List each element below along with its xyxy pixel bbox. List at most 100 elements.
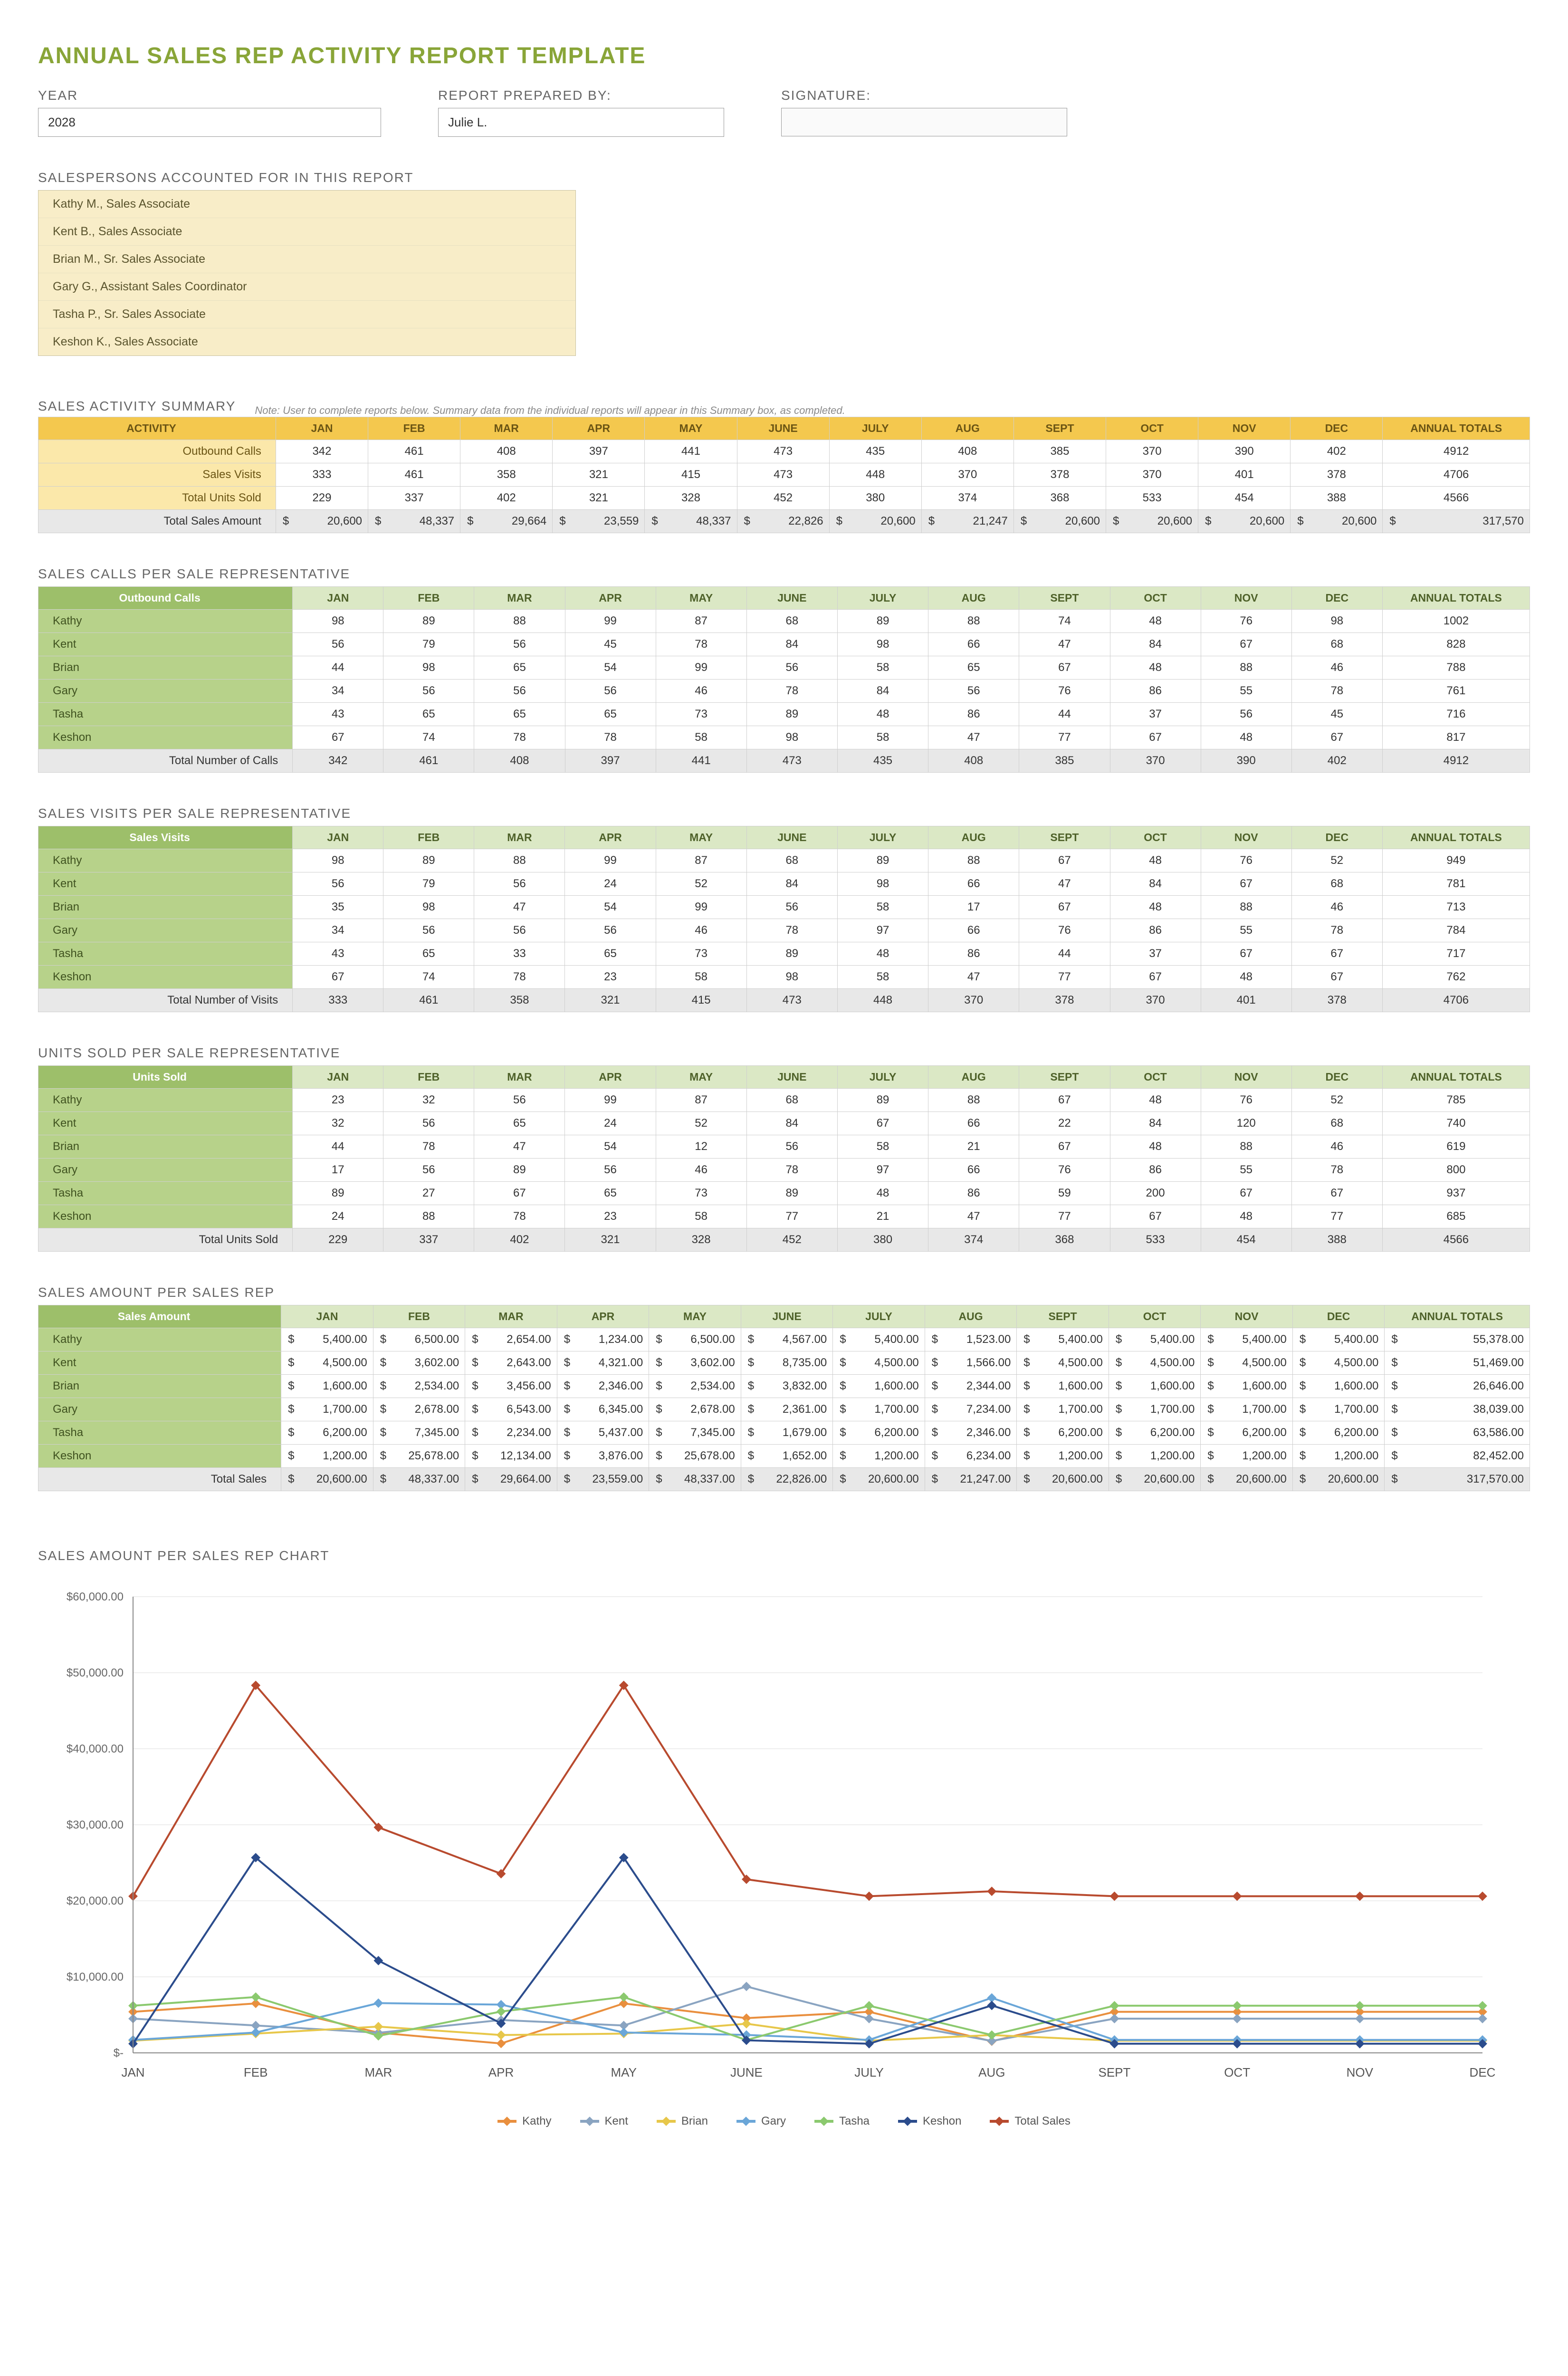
svg-text:JULY: JULY: [854, 2065, 884, 2079]
month-header: MAY: [645, 417, 737, 440]
signature-label: SIGNATURE:: [781, 88, 1067, 103]
month-header: JULY: [837, 587, 928, 610]
summary-row: Total Units Sold229337402321328452380374…: [38, 487, 1530, 510]
year-label: YEAR: [38, 88, 381, 103]
svg-text:$30,000.00: $30,000.00: [67, 1819, 124, 1831]
month-header: JAN: [293, 826, 383, 849]
month-header: AUG: [921, 417, 1013, 440]
table-total-row: Total Number of Visits333461358321415473…: [38, 989, 1530, 1012]
month-header: JULY: [837, 1066, 928, 1089]
month-header: MAY: [656, 1066, 746, 1089]
table-row: Kent567956457884986647846768828: [38, 633, 1530, 656]
activity-header: ACTIVITY: [38, 417, 276, 440]
table-activity-header: Sales Visits: [38, 826, 293, 849]
table-activity-header: Outbound Calls: [38, 587, 293, 610]
table-row: Tasha436565657389488644375645716: [38, 703, 1530, 726]
svg-text:JUNE: JUNE: [730, 2065, 763, 2079]
month-header: FEB: [373, 1305, 465, 1328]
svg-text:$60,000.00: $60,000.00: [67, 1590, 124, 1603]
table-row: Keshon$1,200.00$25,678.00$12,134.00$3,87…: [38, 1445, 1530, 1468]
table-activity-header: Units Sold: [38, 1066, 293, 1089]
month-header: JUNE: [746, 1066, 837, 1089]
summary-total-row: Total Sales Amount$20,600$48,337$29,664$…: [38, 510, 1530, 533]
calls-title: SALES CALLS PER SALE REPRESENTATIVE: [38, 566, 1530, 582]
svg-text:DEC: DEC: [1470, 2065, 1496, 2079]
legend-item: Brian: [657, 2115, 708, 2128]
month-header: AUG: [928, 587, 1019, 610]
chart-title: SALES AMOUNT PER SALES REP CHART: [38, 1548, 1530, 1563]
salesperson-row: Kent B., Sales Associate: [38, 218, 575, 245]
svg-text:MAR: MAR: [364, 2065, 392, 2079]
annual-total-header: ANNUAL TOTALS: [1382, 1066, 1530, 1089]
month-header: APR: [565, 826, 656, 849]
units-title: UNITS SOLD PER SALE REPRESENTATIVE: [38, 1045, 1530, 1061]
table-row: Gary345656564678845676865578761: [38, 680, 1530, 703]
month-header: MAR: [460, 417, 553, 440]
month-header: APR: [557, 1305, 649, 1328]
annual-total-header: ANNUAL TOTALS: [1383, 417, 1530, 440]
signature-input[interactable]: [781, 108, 1067, 136]
month-header: DEC: [1291, 826, 1382, 849]
svg-text:MAY: MAY: [611, 2065, 637, 2079]
year-input[interactable]: 2028: [38, 108, 381, 137]
month-header: APR: [553, 417, 645, 440]
month-header: AUG: [925, 1305, 1017, 1328]
month-header: DEC: [1291, 587, 1382, 610]
table-total-row: Total Units Sold229337402321328452380374…: [38, 1228, 1530, 1252]
amount-title: SALES AMOUNT PER SALES REP: [38, 1285, 1530, 1300]
svg-text:APR: APR: [488, 2065, 514, 2079]
month-header: SEPT: [1019, 1066, 1110, 1089]
month-header: MAR: [465, 1305, 557, 1328]
month-header: MAR: [474, 826, 565, 849]
svg-text:JAN: JAN: [121, 2065, 144, 2079]
month-header: JUNE: [746, 826, 837, 849]
legend-item: Total Sales: [990, 2115, 1070, 2128]
legend-item: Kathy: [497, 2115, 551, 2128]
table-row: Brian359847549956581767488846713: [38, 896, 1530, 919]
annual-total-header: ANNUAL TOTALS: [1382, 826, 1530, 849]
legend-item: Keshon: [898, 2115, 961, 2128]
month-header: JULY: [833, 1305, 925, 1328]
month-header: JAN: [276, 417, 368, 440]
svg-text:$50,000.00: $50,000.00: [67, 1667, 124, 1679]
svg-text:FEB: FEB: [244, 2065, 268, 2079]
month-header: SEPT: [1019, 826, 1110, 849]
month-header: APR: [565, 1066, 656, 1089]
month-header: OCT: [1109, 1305, 1201, 1328]
summary-title: SALES ACTIVITY SUMMARY: [38, 399, 236, 414]
prepared-by-input[interactable]: Julie L.: [438, 108, 724, 137]
table-row: Kathy9889889987688988744876981002: [38, 610, 1530, 633]
summary-table: ACTIVITYJANFEBMARAPRMAYJUNEJULYAUGSEPTOC…: [38, 417, 1530, 533]
month-header: MAY: [656, 587, 746, 610]
prepared-by-label: REPORT PREPARED BY:: [438, 88, 724, 103]
salesperson-row: Kathy M., Sales Associate: [38, 191, 575, 218]
month-header: APR: [565, 587, 656, 610]
month-header: NOV: [1201, 1305, 1293, 1328]
svg-text:NOV: NOV: [1347, 2065, 1374, 2079]
month-header: NOV: [1201, 1066, 1291, 1089]
header-fields: YEAR 2028 REPORT PREPARED BY: Julie L. S…: [38, 88, 1530, 137]
table-activity-header: Sales Amount: [38, 1305, 281, 1328]
table-total-row: Total Sales$20,600.00$48,337.00$29,664.0…: [38, 1468, 1530, 1491]
month-header: AUG: [928, 826, 1019, 849]
table-row: Kathy233256998768898867487652785: [38, 1089, 1530, 1112]
month-header: MAR: [474, 587, 565, 610]
units-table: Units SoldJANFEBMARAPRMAYJUNEJULYAUGSEPT…: [38, 1065, 1530, 1252]
table-row: Gary$1,700.00$2,678.00$6,543.00$6,345.00…: [38, 1398, 1530, 1421]
legend-item: Gary: [736, 2115, 786, 2128]
table-row: Keshon677478785898584777674867817: [38, 726, 1530, 749]
table-row: Brian449865549956586567488846788: [38, 656, 1530, 680]
month-header: JULY: [829, 417, 921, 440]
summary-row: Outbound Calls34246140839744147343540838…: [38, 440, 1530, 463]
month-header: JAN: [293, 1066, 383, 1089]
svg-text:SEPT: SEPT: [1098, 2065, 1130, 2079]
table-row: Tasha$6,200.00$7,345.00$2,234.00$5,437.0…: [38, 1421, 1530, 1445]
salesperson-row: Gary G., Assistant Sales Coordinator: [38, 273, 575, 300]
table-row: Keshon677478235898584777674867762: [38, 966, 1530, 989]
annual-total-header: ANNUAL TOTALS: [1385, 1305, 1530, 1328]
salesperson-row: Brian M., Sr. Sales Associate: [38, 245, 575, 273]
table-row: Brian$1,600.00$2,534.00$3,456.00$2,346.0…: [38, 1375, 1530, 1398]
table-row: Kent$4,500.00$3,602.00$2,643.00$4,321.00…: [38, 1351, 1530, 1375]
table-row: Tasha8927676573894886592006767937: [38, 1182, 1530, 1205]
amount-table: Sales AmountJANFEBMARAPRMAYJUNEJULYAUGSE…: [38, 1305, 1530, 1491]
